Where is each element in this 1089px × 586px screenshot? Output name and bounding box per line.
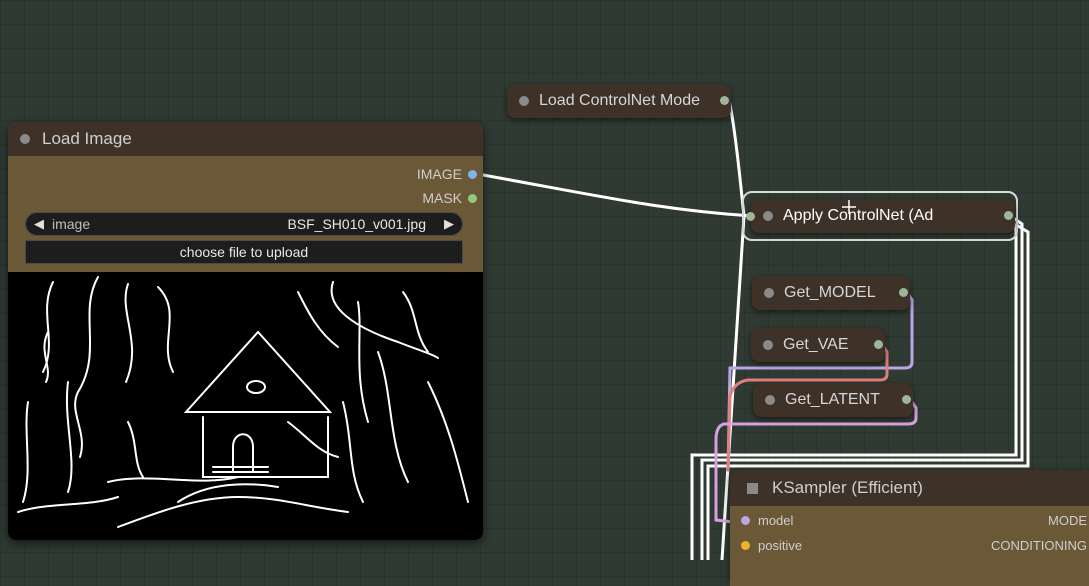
node-title: Get_LATENT — [785, 391, 880, 408]
combo-label: image — [52, 216, 91, 232]
left-arrow-icon[interactable]: ◀ — [26, 216, 52, 232]
output-port-icon[interactable] — [902, 395, 911, 404]
wire-model — [726, 290, 914, 472]
mask-port-icon[interactable] — [468, 193, 477, 203]
image-output[interactable]: IMAGE — [417, 166, 477, 182]
output-label: MODE — [1048, 513, 1087, 528]
node-header[interactable]: Load Image — [8, 122, 483, 156]
get-model-node[interactable]: Get_MODEL — [752, 276, 910, 310]
image-combo[interactable]: ◀ image BSF_SH010_v001.jpg ▶ — [25, 212, 463, 236]
get-vae-node[interactable]: Get_VAE — [751, 328, 885, 362]
collapse-square-icon[interactable] — [747, 482, 758, 494]
load-image-node[interactable]: Load Image IMAGE MASK ◀ image BSF_SH010_… — [8, 122, 483, 540]
combo-value: BSF_SH010_v001.jpg — [287, 216, 426, 232]
wire-image-to-controlnet — [470, 171, 754, 218]
positive-port-icon[interactable] — [741, 541, 750, 550]
model-input-row[interactable]: model MODE — [730, 512, 1089, 530]
collapse-dot-icon[interactable] — [519, 96, 529, 106]
output-port-icon[interactable] — [720, 96, 729, 105]
mask-output[interactable]: MASK — [422, 190, 477, 206]
right-arrow-icon[interactable]: ▶ — [436, 216, 462, 232]
node-title: Apply ControlNet (Ad — [783, 207, 934, 224]
output-label: CONDITIONING — [990, 538, 1087, 553]
output-port-icon[interactable] — [1004, 211, 1013, 220]
image-preview — [8, 272, 483, 540]
collapse-dot-icon[interactable] — [764, 288, 774, 298]
output-port-icon[interactable] — [899, 288, 908, 297]
collapse-dot-icon[interactable] — [763, 211, 773, 221]
positive-input-row[interactable]: positive CONDITIONING — [730, 537, 1089, 555]
collapse-dot-icon[interactable] — [20, 134, 30, 144]
upload-button[interactable]: choose file to upload — [25, 240, 463, 264]
node-title: KSampler (Efficient) — [772, 478, 923, 497]
image-port-icon[interactable] — [468, 169, 477, 179]
collapse-dot-icon[interactable] — [763, 340, 773, 350]
input-port-icon[interactable] — [746, 212, 755, 221]
apply-controlnet-node[interactable]: Apply ControlNet (Ad — [751, 199, 1015, 233]
node-title: Load Image — [42, 129, 132, 148]
input-label: positive — [758, 538, 803, 553]
load-controlnet-node[interactable]: Load ControlNet Mode — [507, 84, 731, 118]
get-latent-node[interactable]: Get_LATENT — [753, 383, 913, 417]
cursor-crosshair-icon — [842, 200, 856, 214]
node-body: model MODE positive CONDITIONING — [730, 506, 1089, 586]
node-title: Get_MODEL — [784, 284, 876, 301]
ksampler-node[interactable]: KSampler (Efficient) model MODE positive… — [730, 470, 1089, 586]
node-title: Load ControlNet Mode — [539, 92, 700, 109]
output-label: MASK — [422, 190, 462, 206]
node-title: Get_VAE — [783, 336, 849, 353]
model-port-icon[interactable] — [741, 516, 750, 525]
output-port-icon[interactable] — [874, 340, 883, 349]
node-header[interactable]: KSampler (Efficient) — [730, 470, 1089, 506]
collapse-dot-icon[interactable] — [765, 395, 775, 405]
sketch-image — [17, 276, 469, 528]
input-label: model — [758, 513, 794, 528]
output-label: IMAGE — [416, 166, 462, 182]
